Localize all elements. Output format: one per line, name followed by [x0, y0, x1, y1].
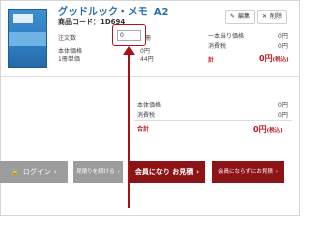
quantity-label: 注文数: [58, 35, 77, 42]
order-tax-label: 消費税: [137, 112, 156, 119]
product-size: A2: [153, 7, 169, 18]
x-icon: ✕: [262, 13, 268, 20]
guest-quote-label: 会員にならずにお見積: [217, 169, 273, 175]
item-total-tax-note: (税込): [272, 57, 289, 63]
order-total: 0円(税込): [253, 124, 283, 135]
chevron-right-icon: ›: [117, 169, 120, 175]
divider: [0, 76, 300, 77]
guest-quote-button[interactable]: 会員にならずにお見積 ›: [212, 161, 284, 183]
pencil-icon: ✎: [230, 13, 236, 20]
initial-fee-value: 0円: [278, 33, 288, 40]
summary-divider: [134, 120, 292, 121]
product-thumbnail: [8, 9, 47, 68]
unit-price-value: 44円: [140, 56, 154, 63]
edit-button-label: 編集: [238, 13, 251, 20]
continue-quote-label: 見積りを続ける: [76, 169, 115, 175]
lock-icon: 🔒: [11, 169, 19, 176]
item-total-value: 0円: [259, 54, 273, 63]
continue-quote-button[interactable]: 見積りを続ける ›: [73, 161, 123, 183]
item-total-label: 計: [208, 57, 215, 64]
edit-button[interactable]: ✎ 編集: [225, 10, 256, 24]
product-title[interactable]: グッドルック・メモ A2: [58, 3, 169, 18]
register-and-quote-label: 会員になり お見積: [134, 168, 194, 176]
order-base-value: 0円: [278, 102, 288, 109]
unit-price-label: 1冊単価: [58, 56, 80, 63]
order-tax-value: 0円: [278, 112, 288, 119]
initial-fee-label: 一本当り価格: [208, 33, 245, 40]
item-tax-label: 消費税: [208, 43, 227, 50]
delete-button[interactable]: ✕ 削除: [257, 10, 288, 24]
order-total-label: 合計: [137, 126, 150, 133]
login-button[interactable]: 🔒 ログイン ›: [0, 161, 68, 183]
register-and-quote-button[interactable]: 会員になり お見積 ›: [129, 161, 205, 183]
annotation-arrow-line: [128, 48, 130, 208]
thumbnail-label: [13, 14, 33, 23]
chevron-right-icon: ›: [275, 169, 279, 175]
order-total-tax-note: (税込): [266, 128, 283, 134]
annotation-arrow-head: [123, 46, 135, 55]
chevron-right-icon: ›: [196, 168, 200, 176]
quantity-unit: 冊: [145, 35, 152, 42]
item-total: 0円(税込): [259, 53, 289, 64]
login-button-label: ログイン: [22, 168, 51, 176]
delete-button-label: 削除: [270, 13, 283, 20]
order-base-label: 本体価格: [137, 102, 162, 109]
chevron-right-icon: ›: [53, 168, 57, 176]
quantity-input[interactable]: [117, 30, 141, 41]
product-code-label: 商品コード：: [58, 18, 100, 26]
thumbnail-stripe: [9, 32, 46, 46]
order-total-value: 0円: [253, 125, 267, 134]
item-tax-value: 0円: [278, 43, 288, 50]
